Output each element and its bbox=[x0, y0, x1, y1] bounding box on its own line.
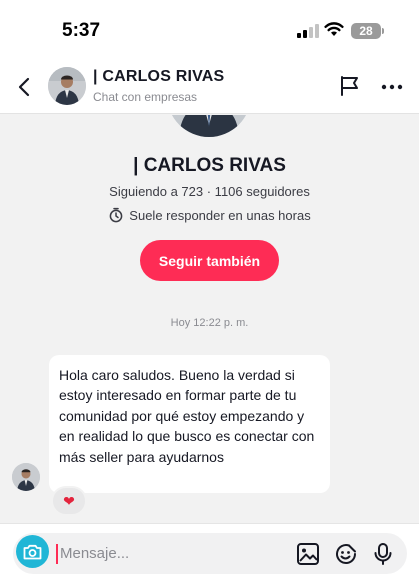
chat-area[interactable]: | CARLOS RIVAS Siguiendo a 723 · 1106 se… bbox=[0, 115, 419, 523]
camera-button[interactable] bbox=[16, 535, 49, 568]
image-picker-button[interactable] bbox=[295, 541, 321, 567]
avatar-image bbox=[48, 67, 86, 105]
emoji-button[interactable] bbox=[333, 541, 359, 567]
avatar-image bbox=[167, 115, 251, 137]
text-caret bbox=[56, 544, 58, 564]
avatar-image bbox=[12, 463, 40, 491]
battery-cap bbox=[382, 28, 384, 34]
message-bubble[interactable]: Hola caro saludos. Bueno la verdad si es… bbox=[49, 355, 330, 493]
header-subtitle: Chat con empresas bbox=[93, 90, 198, 104]
report-button[interactable] bbox=[338, 74, 362, 98]
profile-stats: Siguiendo a 723 · 1106 seguidores bbox=[109, 184, 310, 199]
message-timestamp: Hoy 12:22 p. m. bbox=[170, 317, 249, 329]
sender-avatar[interactable] bbox=[12, 463, 40, 491]
message-composer bbox=[0, 523, 419, 583]
profile-name: | CARLOS RIVAS bbox=[133, 155, 286, 176]
back-button[interactable] bbox=[12, 74, 36, 100]
more-horizontal-icon bbox=[381, 84, 403, 90]
chevron-left-icon bbox=[18, 77, 30, 97]
message-input[interactable] bbox=[60, 540, 280, 566]
more-options-button[interactable] bbox=[380, 77, 404, 97]
status-bar: 5:37 28 bbox=[0, 0, 419, 60]
image-icon bbox=[297, 543, 319, 565]
response-time: Suele responder en unas horas bbox=[0, 207, 419, 223]
voice-message-button[interactable] bbox=[370, 541, 396, 567]
microphone-icon bbox=[374, 543, 392, 565]
chat-header: | CARLOS RIVAS Chat con empresas bbox=[0, 60, 419, 114]
header-avatar[interactable] bbox=[48, 67, 86, 105]
profile-avatar[interactable] bbox=[167, 115, 251, 137]
follow-back-button[interactable]: Seguir también bbox=[140, 240, 279, 281]
cellular-signal-icon bbox=[297, 24, 319, 38]
wifi-icon bbox=[324, 22, 344, 36]
flag-icon bbox=[341, 76, 358, 96]
camera-icon bbox=[23, 544, 42, 559]
stopwatch-icon bbox=[109, 207, 123, 223]
response-time-text: Suele responder en unas horas bbox=[129, 207, 311, 223]
status-time: 5:37 bbox=[62, 20, 101, 41]
header-name[interactable]: | CARLOS RIVAS bbox=[93, 68, 224, 86]
heart-reaction[interactable]: ❤ bbox=[51, 486, 87, 516]
emoji-icon bbox=[336, 544, 356, 564]
battery-icon: 28 bbox=[351, 23, 381, 39]
